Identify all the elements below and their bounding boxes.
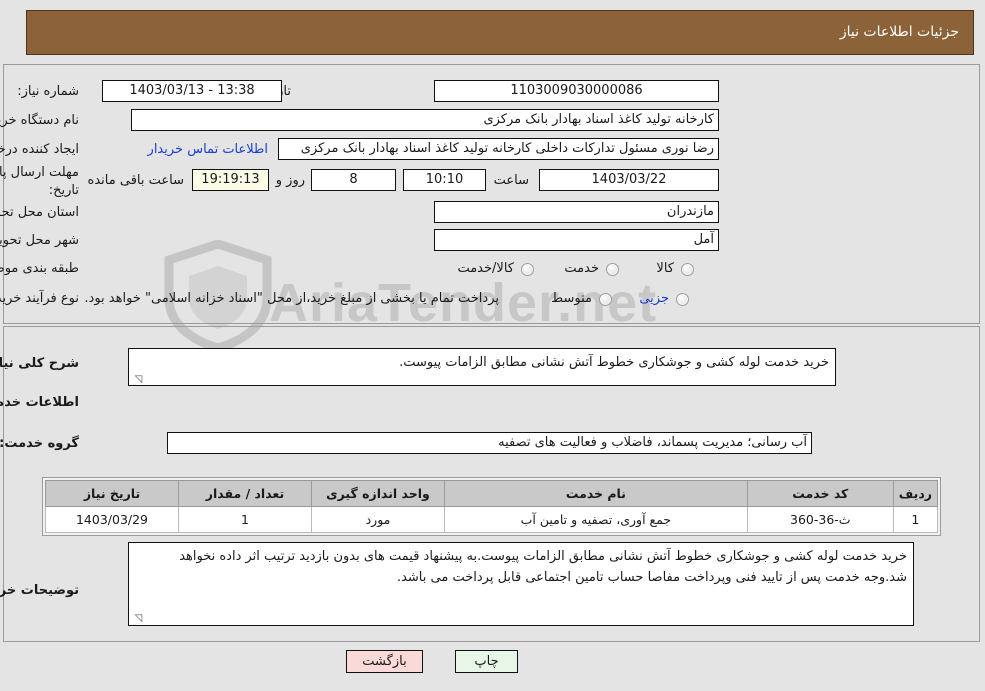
cell-quantity: 1	[179, 506, 313, 533]
general-desc-label: شرح کلی نیاز:	[0, 356, 80, 371]
buyer-notes-label: توضیحات خریدار:	[0, 583, 80, 598]
deadline-time-value: 10:10	[404, 169, 487, 191]
general-desc-value[interactable]: خرید خدمت لوله کشی و جوشکاری خطوط آتش نش…	[129, 348, 837, 386]
services-info-heading: اطلاعات خدمات مورد نیاز	[0, 395, 80, 410]
th-service-name: نام خدمت	[445, 480, 749, 507]
time-remaining-label: ساعت باقی مانده	[88, 173, 185, 188]
buyer-notes-value[interactable]: خرید خدمت لوله کشی و جوشکاری خطوط آتش نش…	[129, 542, 915, 626]
th-quantity: تعداد / مقدار	[179, 480, 313, 507]
cell-need-date: 1403/03/29	[46, 506, 180, 533]
radio-label-category-goods[interactable]: کالا	[657, 261, 675, 276]
cell-unit: مورد	[312, 506, 446, 533]
page-root: AriaTender.net جزئیات اطلاعات نیاز شماره…	[0, 0, 985, 691]
days-remaining-value: 8	[312, 169, 397, 191]
radio-purchase-medium[interactable]	[600, 293, 613, 306]
deadline-label-line2: تاریخ:	[49, 183, 80, 198]
radio-label-purchase-medium[interactable]: متوسط	[552, 291, 593, 306]
back-button[interactable]: بازگشت	[347, 650, 424, 673]
service-group-value: آب رسانی؛ مدیریت پسماند، فاضلاب و فعالیت…	[168, 432, 813, 454]
buyer-org-label: نام دستگاه خریدار:	[0, 113, 80, 128]
radio-label-category-goods-service[interactable]: کالا/خدمت	[458, 261, 515, 276]
buyer-org-value: کارخانه تولید کاغذ اسناد بهادار بانک مرک…	[132, 109, 720, 131]
buyer-contact-link[interactable]: اطلاعات تماس خریدار	[149, 142, 269, 157]
need-number-label: شماره نیاز:	[18, 84, 80, 99]
purchase-type-note: پرداخت تمام یا بخشی از مبلغ خرید،از محل …	[85, 291, 500, 306]
cell-service-code: ث-36-360	[747, 506, 895, 533]
need-summary-panel	[4, 64, 981, 324]
province-value: مازندران	[435, 201, 720, 223]
table-header-row: ردیف کد خدمت نام خدمت واحد اندازه گیری ت…	[46, 480, 940, 507]
page-header: جزئیات اطلاعات نیاز	[27, 10, 975, 55]
radio-category-goods-service[interactable]	[522, 263, 535, 276]
th-need-date: تاریخ نیاز	[46, 480, 180, 507]
radio-category-service[interactable]	[607, 263, 620, 276]
deadline-date-value: 1403/03/22	[540, 169, 720, 191]
deadline-label-line1: مهلت ارسال پاسخ: تا	[0, 165, 80, 180]
radio-purchase-minor[interactable]	[677, 293, 690, 306]
days-label: روز و	[276, 173, 306, 188]
province-label: استان محل تحویل:	[0, 205, 80, 220]
radio-label-purchase-minor[interactable]: جزیی	[640, 291, 670, 306]
need-number-value: 1103009030000086	[435, 80, 720, 102]
announce-datetime-value: 13:38 - 1403/03/13	[103, 80, 283, 102]
print-button[interactable]: چاپ	[456, 650, 519, 673]
city-label: شهر محل تحویل:	[0, 233, 80, 248]
hour-label: ساعت	[494, 173, 530, 188]
requester-label: ایجاد کننده درخواست:	[0, 142, 80, 157]
th-row-no: ردیف	[893, 480, 940, 507]
service-group-label: گروه خدمت:	[0, 436, 80, 451]
buyer-notes-resize-grip[interactable]: ◹	[134, 613, 145, 624]
general-desc-resize-grip[interactable]: ◹	[134, 374, 145, 385]
requester-value: رضا نوری مسئول تدارکات داخلی کارخانه تول…	[279, 138, 720, 160]
th-service-code: کد خدمت	[747, 480, 895, 507]
city-value: آمل	[435, 229, 720, 251]
category-label: طبقه بندی موضوعی:	[0, 261, 80, 276]
th-unit: واحد اندازه گیری	[312, 480, 446, 507]
table-row: 1 ث-36-360 جمع آوری، تصفیه و تامین آب مو…	[46, 506, 940, 533]
purchase-type-label: نوع فرآیند خرید :	[0, 291, 80, 306]
time-remaining-value: 19:19:13	[193, 169, 270, 191]
radio-category-goods[interactable]	[682, 263, 695, 276]
services-table: ردیف کد خدمت نام خدمت واحد اندازه گیری ت…	[46, 480, 940, 533]
services-table-wrapper: ردیف کد خدمت نام خدمت واحد اندازه گیری ت…	[43, 477, 942, 536]
page-title: جزئیات اطلاعات نیاز	[840, 24, 960, 40]
cell-service-name: جمع آوری، تصفیه و تامین آب	[445, 506, 749, 533]
radio-label-category-service[interactable]: خدمت	[565, 261, 600, 276]
cell-row-no: 1	[893, 506, 940, 533]
